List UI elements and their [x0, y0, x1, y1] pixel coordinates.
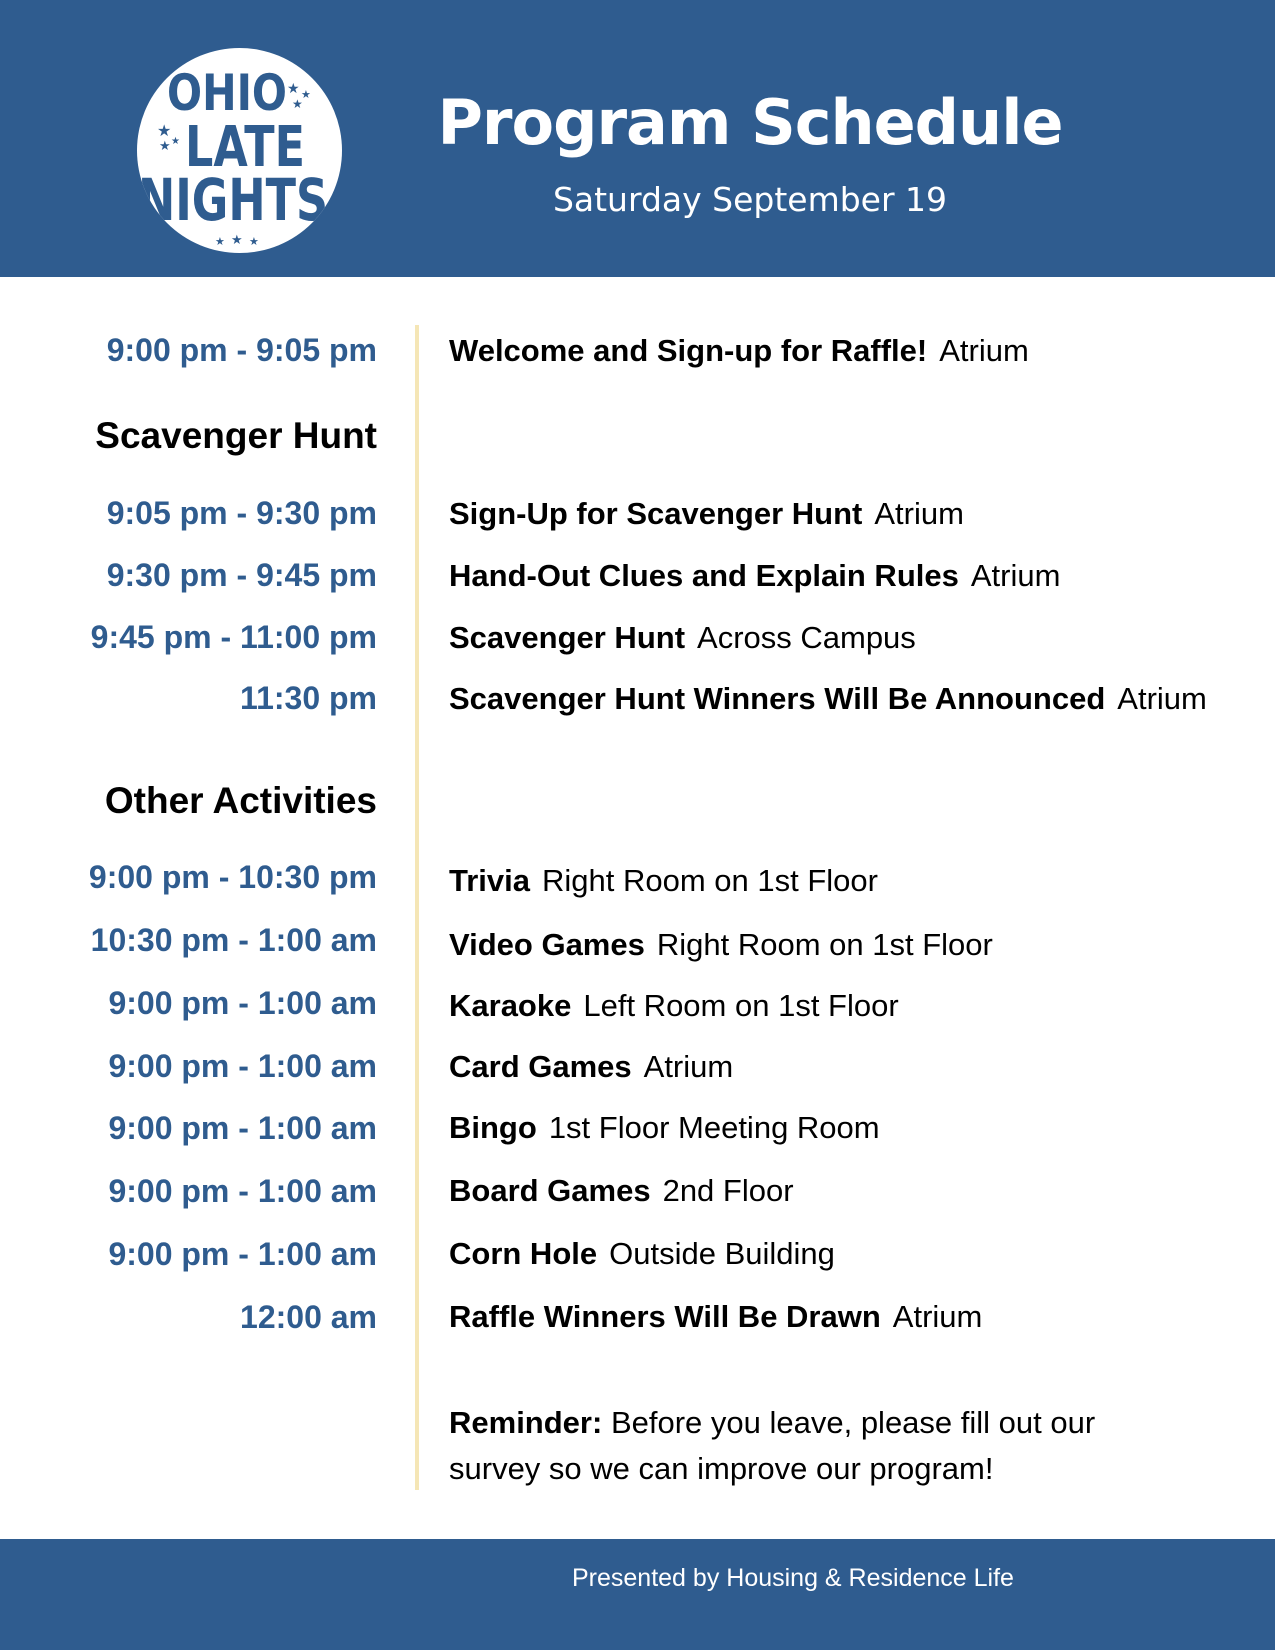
event-location: Atrium: [874, 496, 964, 531]
welcome-time: 9:00 pm - 9:05 pm: [106, 332, 377, 368]
schedule-time: 9:00 pm - 1:00 am: [108, 985, 377, 1021]
star-icon: ★: [215, 235, 225, 248]
star-icon: ★: [171, 136, 180, 147]
reminder-line-1: Before you leave, please fill out our: [610, 1405, 1096, 1440]
page-subtitle-date: Saturday September 19: [552, 180, 948, 219]
event-name: Karaoke: [449, 988, 572, 1023]
star-icon: ★: [157, 121, 171, 140]
schedule-time: 11:30 pm: [240, 680, 377, 716]
star-icon: ★: [159, 139, 171, 154]
schedule-time: 9:00 pm - 1:00 am: [108, 1110, 377, 1146]
event-location: Outside Building: [609, 1236, 835, 1271]
footer-credit: Presented by Housing & Residence Life: [572, 1564, 1014, 1592]
schedule-time: 10:30 pm - 1:00 am: [90, 922, 377, 958]
event-name: Sign-Up for Scavenger Hunt: [449, 496, 863, 531]
event-name: Raffle Winners Will Be Drawn: [449, 1299, 881, 1334]
star-icon: ★: [292, 97, 303, 111]
event-name: Scavenger Hunt Winners Will Be Announced: [449, 681, 1106, 716]
event-name: Corn Hole: [449, 1236, 598, 1271]
ohio-late-nights-logo: OHIO LATE NIGHTS ★ ★ ★ ★ ★ ★ ★ ★ ★: [137, 48, 342, 253]
schedule-time: 12:00 am: [240, 1299, 377, 1335]
schedule-event: Board Games 2nd Floor: [449, 1175, 794, 1206]
schedule-event: Karaoke Left Room on 1st Floor: [449, 990, 899, 1021]
schedule-time: 9:05 pm - 9:30 pm: [106, 495, 377, 531]
schedule-event: Video Games Right Room on 1st Floor: [449, 929, 993, 960]
star-icon: ★: [231, 233, 243, 248]
footer-banner: [0, 1539, 1275, 1650]
schedule-time: 9:30 pm - 9:45 pm: [106, 557, 377, 593]
event-location: 1st Floor Meeting Room: [548, 1110, 880, 1145]
schedule-event: Bingo 1st Floor Meeting Room: [449, 1112, 880, 1143]
logo-word-ohio: OHIO: [167, 64, 287, 122]
event-name: Trivia: [449, 863, 530, 898]
schedule-event: Scavenger Hunt Winners Will Be Announced…: [449, 683, 1207, 714]
schedule-event: Trivia Right Room on 1st Floor: [449, 865, 878, 896]
event-location: Atrium: [892, 1299, 983, 1334]
schedule-time: 9:45 pm - 11:00 pm: [90, 619, 377, 655]
logo-word-nights: NIGHTS: [138, 166, 328, 234]
reminder-label: Reminder:: [449, 1405, 603, 1440]
event-name: Bingo: [449, 1110, 537, 1145]
schedule-time: 9:00 pm - 1:00 am: [108, 1048, 377, 1084]
event-location: Atrium: [939, 333, 1029, 368]
reminder-note: Reminder: Before you leave, please fill …: [449, 1400, 1149, 1492]
event-location: Right Room on 1st Floor: [542, 863, 878, 898]
event-location: 2nd Floor: [662, 1173, 794, 1208]
event-location: Across Campus: [697, 620, 916, 655]
schedule-event: Hand-Out Clues and Explain Rules Atrium: [449, 560, 1060, 591]
event-location: Right Room on 1st Floor: [656, 927, 993, 962]
event-location: Atrium: [1117, 681, 1207, 716]
event-name: Hand-Out Clues and Explain Rules: [449, 558, 959, 593]
schedule-event: Scavenger Hunt Across Campus: [449, 622, 916, 653]
star-icon: ★: [249, 235, 259, 248]
event-location: Atrium: [643, 1049, 734, 1084]
schedule-time: 9:00 pm - 1:00 am: [108, 1173, 377, 1209]
event-location: Atrium: [970, 558, 1061, 593]
schedule-event: Corn Hole Outside Building: [449, 1238, 835, 1269]
event-location: Left Room on 1st Floor: [583, 988, 899, 1023]
schedule-time: 9:00 pm - 10:30 pm: [88, 859, 377, 895]
logo-artwork: OHIO LATE NIGHTS ★ ★ ★ ★ ★ ★ ★ ★ ★: [138, 64, 328, 248]
section-heading-scavenger-hunt: Scavenger Hunt: [95, 415, 377, 456]
event-name: Card Games: [449, 1049, 632, 1084]
page-title: Program Schedule: [437, 86, 1063, 159]
schedule-event: Sign-Up for Scavenger Hunt Atrium: [449, 498, 964, 529]
vertical-divider: [415, 325, 419, 1490]
schedule-event: Card Games Atrium: [449, 1051, 733, 1082]
event-name: Scavenger Hunt: [449, 620, 686, 655]
event-name: Welcome and Sign-up for Raffle!: [449, 333, 928, 368]
section-heading-other-activities: Other Activities: [104, 780, 377, 821]
schedule-time: 9:00 pm - 1:00 am: [108, 1236, 377, 1272]
welcome-event: Welcome and Sign-up for Raffle! Atrium: [449, 335, 1029, 366]
event-name: Video Games: [449, 927, 645, 962]
reminder-line-2: survey so we can improve our program!: [449, 1451, 994, 1486]
star-icon: ★: [287, 81, 300, 97]
event-name: Board Games: [449, 1173, 651, 1208]
schedule-event: Raffle Winners Will Be Drawn Atrium: [449, 1301, 982, 1332]
